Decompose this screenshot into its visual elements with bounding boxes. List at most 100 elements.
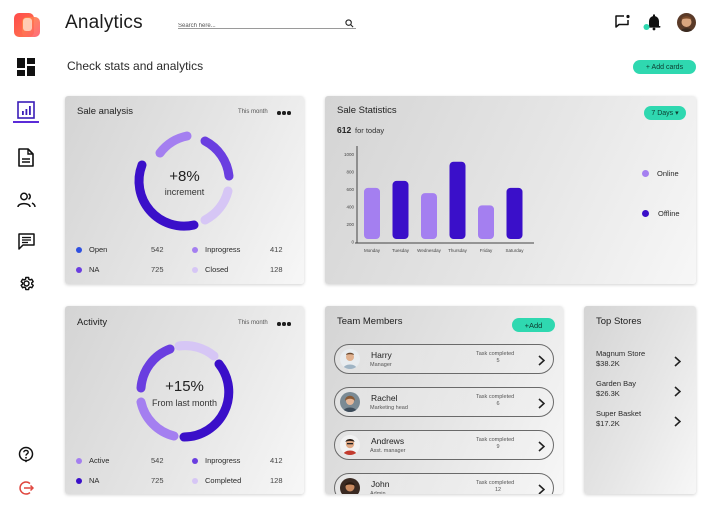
- chevron-right-icon[interactable]: [538, 439, 546, 457]
- task-completed-count: 6: [496, 401, 500, 407]
- chevron-right-icon[interactable]: [674, 414, 682, 432]
- y-tick-label: 200: [346, 222, 354, 227]
- store-name: Garden Bay: [596, 379, 637, 388]
- page-subtitle: Check stats and analytics: [67, 59, 204, 73]
- legend-item-active: Active: [76, 456, 109, 465]
- bell-icon[interactable]: [643, 13, 663, 36]
- date-range-dropdown[interactable]: 7 Days ▾: [644, 106, 686, 120]
- activity-card: Activity This month +15% From last month…: [65, 306, 304, 494]
- store-item[interactable]: Super Basket $17.2K: [596, 409, 686, 431]
- card-title: Top Stores: [596, 316, 642, 327]
- bar-online-friday: [478, 205, 494, 239]
- team-members-card: Team Members +Add Harry Manager Task com…: [325, 306, 563, 494]
- app-logo: [14, 13, 42, 39]
- legend-item-open: Open: [76, 245, 107, 254]
- chevron-right-icon[interactable]: [674, 354, 682, 372]
- donut-segment-inprogress: [155, 131, 192, 158]
- period-label[interactable]: This month: [238, 320, 268, 326]
- legend-item-inprogress: Inprogress: [192, 456, 240, 465]
- x-tick-label: Friday: [480, 248, 493, 253]
- users-icon[interactable]: [14, 188, 38, 212]
- legend-dot: [192, 457, 198, 464]
- gear-icon[interactable]: [14, 271, 38, 295]
- legend-dot: [192, 246, 198, 253]
- x-tick-label: Tuesday: [392, 248, 410, 253]
- store-revenue: $38.2K: [596, 359, 620, 368]
- document-icon[interactable]: [14, 145, 38, 169]
- chevron-right-icon[interactable]: [538, 482, 546, 494]
- store-item[interactable]: Magnum Store $38.2K: [596, 349, 686, 371]
- y-tick-label: 1000: [344, 152, 355, 157]
- y-tick-label: 800: [346, 170, 354, 175]
- member-role: Asst. manager: [370, 448, 406, 454]
- member-role: Admin: [370, 491, 386, 494]
- task-completed-count: 12: [494, 487, 502, 493]
- legend-dot: [192, 266, 198, 273]
- page-title: Analytics: [65, 12, 143, 33]
- dashboard-icon[interactable]: [14, 55, 38, 79]
- donut-center-value: +8%: [169, 168, 200, 185]
- user-avatar[interactable]: [677, 13, 696, 32]
- period-label[interactable]: This month: [238, 109, 268, 115]
- x-tick-label: Thursday: [448, 248, 468, 253]
- x-tick-label: Saturday: [505, 248, 524, 253]
- y-tick-label: 600: [346, 187, 354, 192]
- search-bar[interactable]: [178, 14, 356, 32]
- bar-online-wednesday: [421, 193, 437, 239]
- legend-value-open: 542: [151, 245, 164, 254]
- y-tick-label: 400: [346, 205, 354, 210]
- chevron-right-icon[interactable]: [674, 384, 682, 402]
- legend-item-inprogress: Inprogress: [192, 245, 240, 254]
- add-cards-button[interactable]: + Add cards: [633, 60, 696, 74]
- team-member-row[interactable]: Harry Manager Task completed 5: [334, 344, 554, 374]
- task-completed-label: Task completed: [476, 351, 515, 357]
- donut-segment-completed: [174, 341, 219, 361]
- legend-value-na: 725: [151, 476, 164, 485]
- card-title: Team Members: [337, 316, 403, 327]
- member-avatar: [340, 392, 360, 412]
- member-name: Rachel: [371, 393, 398, 403]
- store-revenue: $17.2K: [596, 419, 620, 428]
- member-avatar: [340, 478, 360, 494]
- member-name: John: [371, 479, 390, 489]
- member-name: Harry: [371, 350, 392, 360]
- team-member-row[interactable]: Andrews Asst. manager Task completed 9: [334, 430, 554, 460]
- search-icon[interactable]: [345, 15, 354, 33]
- store-name: Super Basket: [596, 409, 642, 418]
- legend-item-na: NA: [76, 476, 99, 485]
- member-avatar: [340, 349, 360, 369]
- task-completed-count: 5: [496, 358, 500, 364]
- search-input[interactable]: [178, 20, 338, 32]
- bar-online-monday: [364, 187, 380, 239]
- team-member-row[interactable]: John Admin Task completed 12: [334, 473, 554, 494]
- x-tick-label: Wednesday: [417, 248, 441, 253]
- chevron-right-icon[interactable]: [538, 353, 546, 371]
- legend-value-closed: 128: [270, 265, 283, 274]
- top-stores-card: Top Stores Magnum Store $38.2K Garden Ba…: [584, 306, 696, 494]
- team-member-row[interactable]: Rachel Marketing head Task completed 6: [334, 387, 554, 417]
- bar-offline-tuesday: [392, 180, 409, 239]
- chevron-right-icon[interactable]: [538, 396, 546, 414]
- active-nav-indicator: [13, 121, 39, 123]
- add-member-button[interactable]: +Add: [512, 318, 555, 332]
- bar-chart-icon[interactable]: [14, 98, 38, 122]
- chat-notification-icon[interactable]: [614, 14, 630, 35]
- legend-item-closed: Closed: [192, 265, 228, 274]
- legend-dot: [642, 170, 649, 177]
- legend-value-inprogress: 412: [270, 456, 283, 465]
- more-options-icon[interactable]: [277, 111, 291, 115]
- member-role: Manager: [370, 362, 392, 368]
- message-icon[interactable]: [14, 229, 38, 253]
- sale-bar-chart: 0 200 400 600 800 1000 Monday Tuesday Wednesday T…: [344, 146, 534, 253]
- legend-item-completed: Completed: [192, 476, 241, 485]
- store-item[interactable]: Garden Bay $26.3K: [596, 379, 686, 401]
- task-completed-label: Task completed: [476, 437, 515, 443]
- help-icon[interactable]: [14, 442, 38, 466]
- more-options-icon[interactable]: [277, 322, 291, 326]
- legend-value-active: 542: [151, 456, 164, 465]
- task-completed-label: Task completed: [476, 480, 515, 486]
- logout-icon[interactable]: [14, 476, 38, 500]
- legend-item-offline: Offline: [642, 209, 680, 218]
- legend-dot: [76, 266, 82, 273]
- legend-dot: [76, 246, 82, 253]
